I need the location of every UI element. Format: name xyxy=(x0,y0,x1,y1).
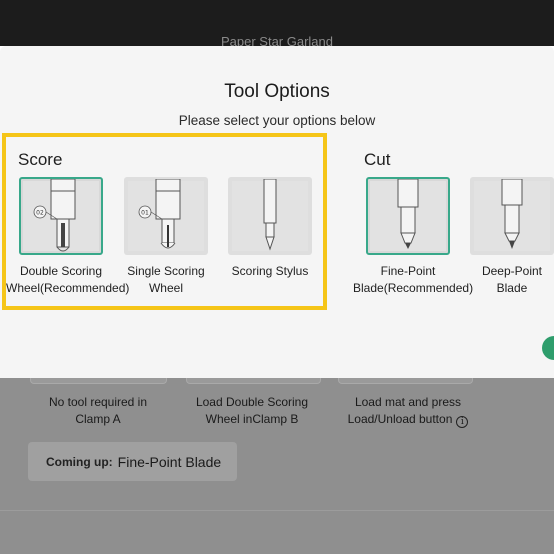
tool-options-modal: Tool Options Please select your options … xyxy=(0,46,554,378)
continue-button[interactable] xyxy=(542,336,554,360)
tool-deep-point-blade[interactable] xyxy=(470,177,554,255)
double-scoring-wheel-icon: 02 xyxy=(33,179,76,252)
svg-text:02: 02 xyxy=(36,210,44,217)
tool-label-double-scoring: Double Scoring Wheel(Recommended) xyxy=(6,264,130,295)
tool-label-fine-point: Fine-Point Blade(Recommended) xyxy=(353,264,474,295)
step-load-mat: Load mat and press Load/Unload button i xyxy=(338,394,478,428)
single-scoring-wheel-icon: 01 xyxy=(138,179,181,249)
tool-label-scoring-stylus: Scoring Stylus xyxy=(231,264,309,278)
load-steps-panel: No tool required in Clamp A Load Double … xyxy=(0,378,554,554)
tool-label-single-scoring: Single Scoring Wheel xyxy=(127,264,205,295)
divider xyxy=(0,510,554,511)
tool-scoring-stylus[interactable] xyxy=(228,177,312,255)
coming-up-label: Coming up: xyxy=(46,454,113,469)
tool-double-scoring-wheel[interactable]: 02 xyxy=(19,177,103,255)
tool-label-deep-point: Deep-Point Blade xyxy=(481,264,543,295)
step-b-card xyxy=(186,378,321,384)
info-icon[interactable]: i xyxy=(456,416,469,428)
deep-point-blade-icon xyxy=(501,179,523,249)
step-c-card xyxy=(338,378,473,384)
fine-point-blade-icon xyxy=(397,179,419,249)
scoring-stylus-icon xyxy=(263,179,277,251)
coming-up-badge: Coming up: Fine-Point Blade xyxy=(28,442,237,481)
step-clamp-a: No tool required in Clamp A xyxy=(48,395,148,426)
tool-fine-point-blade[interactable] xyxy=(366,177,450,255)
step-clamp-b: Load Double Scoring Wheel inClamp B xyxy=(195,395,309,426)
modal-title: Tool Options xyxy=(224,81,330,102)
cut-heading: Cut xyxy=(364,150,391,169)
app-header: Paper Star Garland xyxy=(0,0,554,49)
modal-subtitle: Please select your options below xyxy=(178,113,376,128)
step-a-card xyxy=(30,378,167,384)
tool-single-scoring-wheel[interactable]: 01 xyxy=(124,177,208,255)
svg-text:01: 01 xyxy=(141,210,149,217)
score-heading: Score xyxy=(18,150,63,169)
coming-up-value: Fine-Point Blade xyxy=(117,453,222,470)
